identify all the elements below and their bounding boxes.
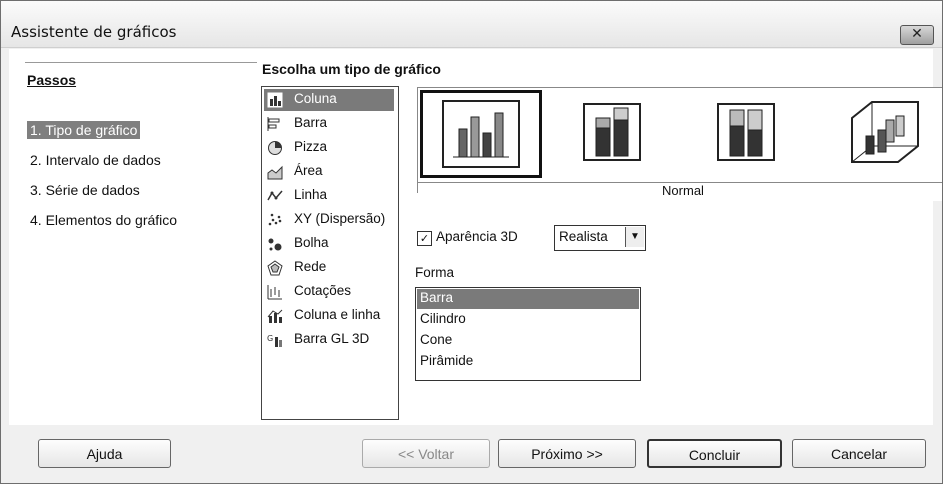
variant-percent-tile[interactable] [688,90,810,178]
chart-type-line[interactable]: Linha [264,185,394,207]
svg-text:G: G [267,334,273,343]
3d-stacked-preview-icon [583,103,641,161]
cancel-button[interactable]: Cancelar [792,439,926,468]
chart-type-column-line[interactable]: Coluna e linha [264,305,394,327]
3d-columns-preview-icon [442,100,520,168]
line-chart-icon [267,190,283,201]
chart-variant-strip: Normal [417,87,942,201]
close-icon: ✕ [911,26,923,42]
3d-percent-preview-icon [717,103,775,161]
appearance-3d-label: Aparência 3D [436,229,518,244]
pie-chart-icon [268,141,282,155]
variant-stacked-tile[interactable] [554,90,676,178]
3d-deep-preview-icon [851,101,919,163]
appearance-3d-checkbox[interactable]: ✓ [417,231,432,246]
net-chart-icon [267,260,283,276]
appearance-select[interactable]: Realista ▼ [554,225,646,251]
window-title: Assistente de gráficos [11,23,177,41]
step-chart-elements[interactable]: 4. Elementos do gráfico [27,211,180,229]
shape-item-cylinder[interactable]: Cilindro [417,310,639,330]
variant-caption: Normal [418,182,942,201]
step-data-range[interactable]: 2. Intervalo de dados [27,151,164,169]
variant-deep-tile[interactable] [822,90,942,178]
chart-type-stock[interactable]: Cotações [264,281,394,303]
chart-type-gl3d-bar[interactable]: G Barra GL 3D [264,329,394,351]
area-chart-icon [267,165,283,180]
chart-type-column[interactable]: Coluna [264,89,394,111]
chart-type-area[interactable]: Área [264,161,394,183]
shape-item-bar[interactable]: Barra [417,289,639,309]
finish-button[interactable]: Concluir [647,439,782,468]
chart-type-pie[interactable]: Pizza [264,137,394,159]
close-button[interactable]: ✕ [900,25,934,45]
step-chart-type[interactable]: 1. Tipo de gráfico [27,121,141,139]
chart-type-net[interactable]: Rede [264,257,394,279]
chart-type-heading: Escolha um tipo de gráfico [262,61,441,77]
variant-normal-tile[interactable] [420,90,542,178]
help-button[interactable]: Ajuda [38,439,171,468]
bubble-chart-icon [268,238,282,251]
shape-item-pyramid[interactable]: Pirâmide [417,352,639,372]
next-button[interactable]: Próximo >> [498,439,636,468]
chart-type-scatter[interactable]: XY (Dispersão) [264,209,394,231]
column-chart-icon [267,92,283,108]
appearance-select-value: Realista [559,229,608,244]
chart-wizard-dialog: Assistente de gráficos ✕ Passos 1. Tipo … [0,0,943,484]
chevron-down-icon[interactable]: ▼ [625,227,644,247]
steps-title: Passos [27,72,77,88]
step-data-series[interactable]: 3. Série de dados [27,181,143,199]
gl3d-bar-chart-icon: G [267,334,282,347]
stock-chart-icon [267,285,282,300]
title-bar: Assistente de gráficos ✕ [1,1,942,48]
steps-divider [25,62,257,63]
back-button[interactable]: << Voltar [362,439,490,468]
shape-item-cone[interactable]: Cone [417,331,639,351]
scatter-chart-icon [268,213,282,226]
shape-list[interactable]: Barra Cilindro Cone Pirâmide [415,287,641,381]
column-line-chart-icon [267,309,283,323]
chart-type-list[interactable]: Coluna Barra Pizza Área Linha XY (Disper… [261,86,399,420]
chart-type-bubble[interactable]: Bolha [264,233,394,255]
shape-label: Forma [415,265,455,280]
bar-chart-icon [267,117,280,131]
chart-type-bar[interactable]: Barra [264,113,394,135]
wizard-content: Passos 1. Tipo de gráfico 2. Intervalo d… [9,49,942,425]
